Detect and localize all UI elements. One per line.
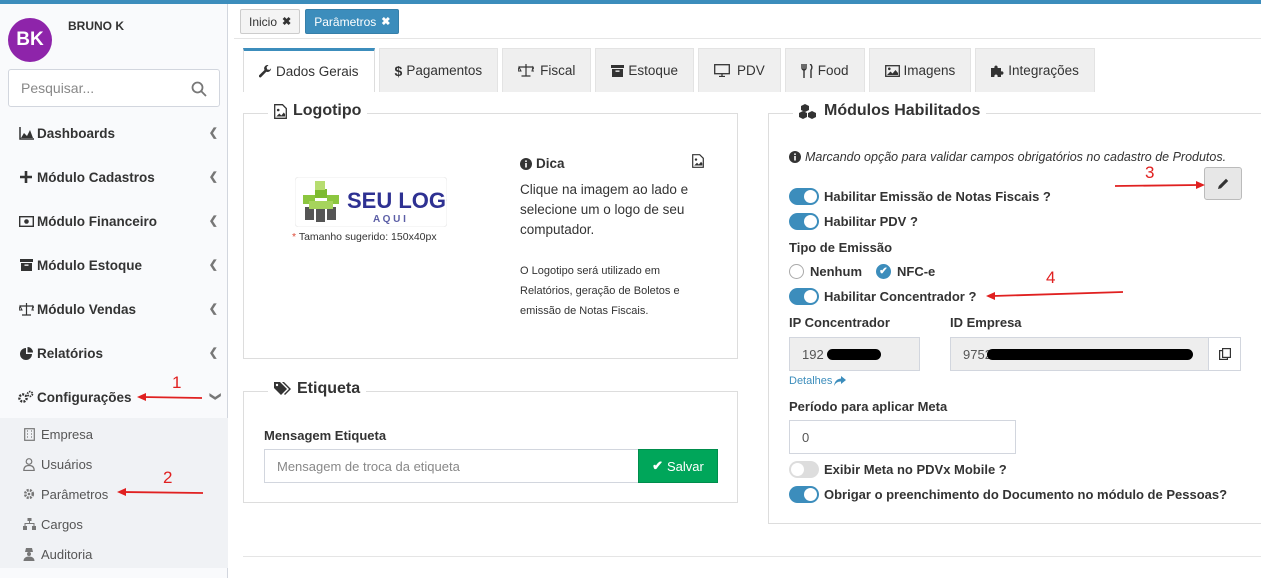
annotation-arrow-1 bbox=[137, 393, 203, 401]
annotation-arrow-2 bbox=[117, 488, 204, 496]
annotation-overlay bbox=[117, 181, 1205, 496]
annotation-arrow-4 bbox=[986, 291, 1124, 300]
annotation-label-3: 3 bbox=[1145, 163, 1155, 182]
annotation-label-4: 4 bbox=[1046, 268, 1056, 287]
annotation-label-2: 2 bbox=[163, 468, 173, 487]
annotation-label-1: 1 bbox=[172, 373, 182, 392]
annotation-arrow-3 bbox=[1114, 181, 1205, 189]
